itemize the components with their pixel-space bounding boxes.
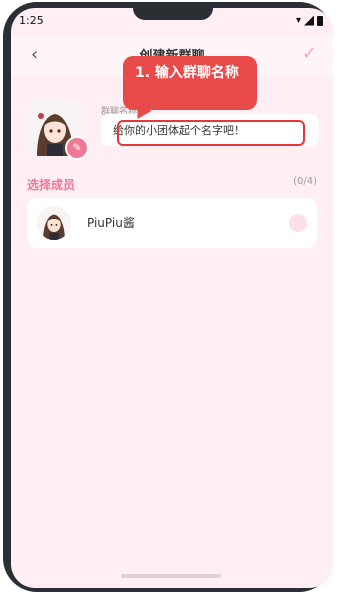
signal-icon (304, 15, 314, 26)
wifi-icon: ▾ (295, 15, 301, 26)
status-bar: 1:25 ▾ (11, 8, 333, 36)
status-icons: ▾ (296, 15, 323, 26)
member-list-item[interactable]: PiuPiu酱 (27, 198, 317, 248)
phone-frame: 1:25 ▾ ‹ 创建新群聊 ✓ ✎ (3, 2, 333, 592)
edit-pencil-icon[interactable]: ✎ (65, 136, 89, 160)
battery-icon (317, 15, 323, 26)
input-highlight-annotation (117, 120, 305, 146)
members-section-title: 选择成员 (27, 178, 76, 192)
status-time: 1:25 (19, 14, 44, 27)
avatar-girl-icon (37, 206, 71, 240)
app-screen: 1:25 ▾ ‹ 创建新群聊 ✓ ✎ (11, 8, 333, 588)
home-indicator (121, 574, 221, 578)
tutorial-callout: 1. 输入群聊名称 (123, 56, 257, 110)
members-count: (0/4) (293, 176, 317, 187)
member-avatar (37, 206, 71, 240)
camera-notch (133, 8, 213, 20)
confirm-check-icon[interactable]: ✓ (302, 43, 317, 64)
member-name: PiuPiu酱 (87, 216, 135, 230)
member-select-checkbox[interactable] (289, 214, 307, 232)
